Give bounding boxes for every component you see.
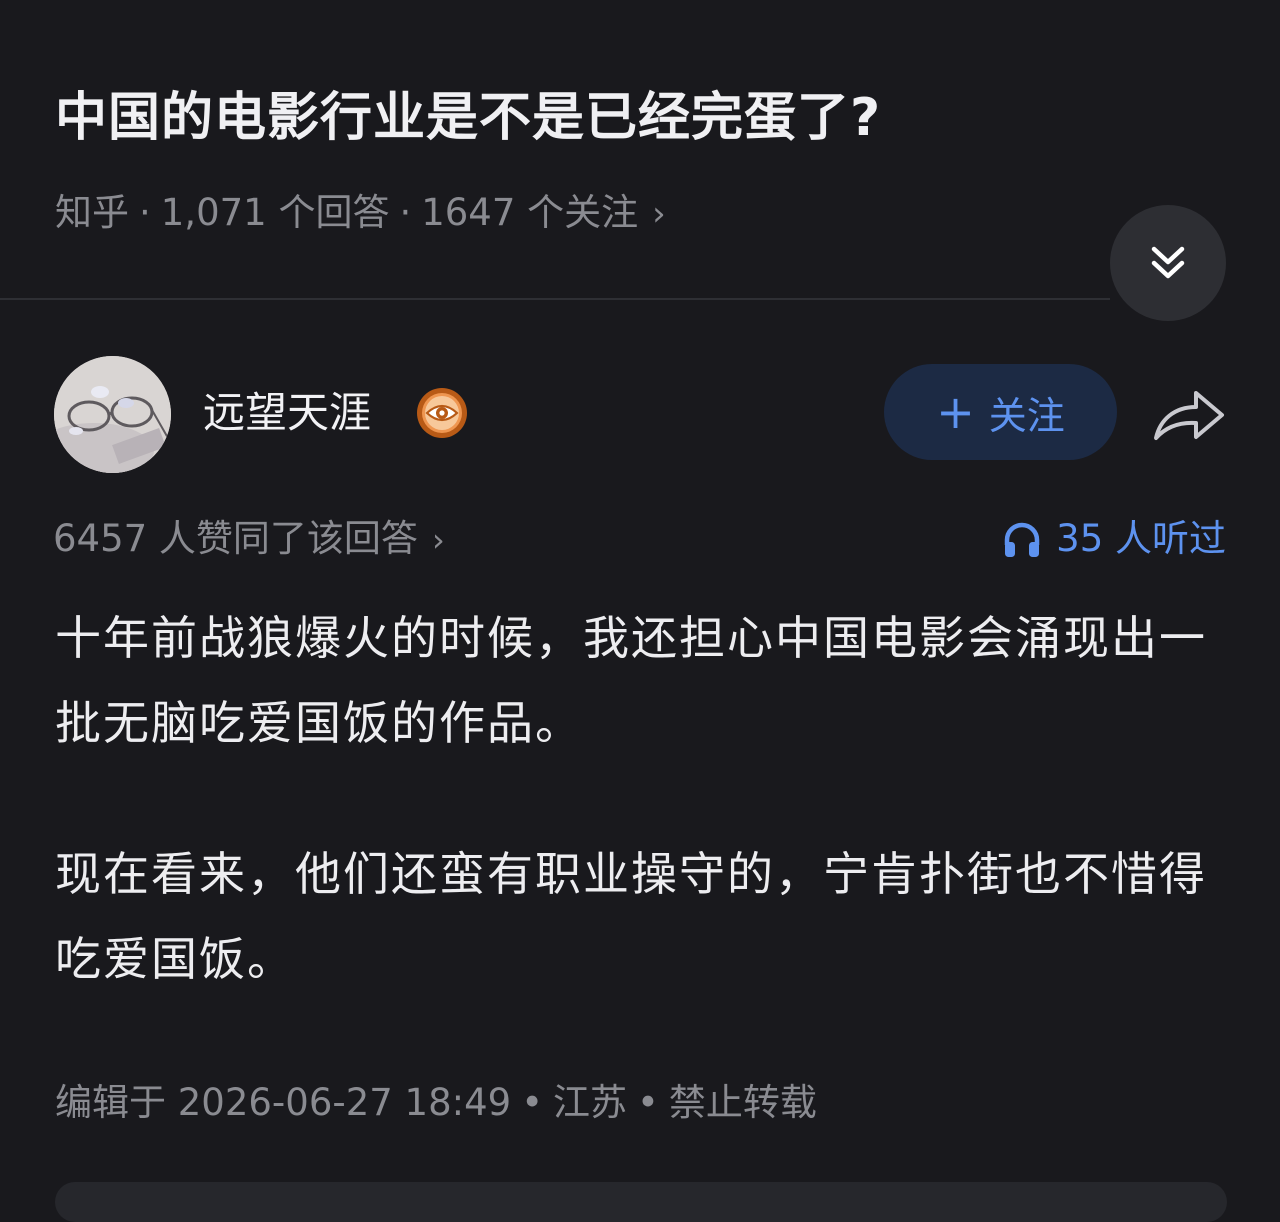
follow-label: 关注 [988, 393, 1065, 438]
chevron-right-icon: › [431, 521, 445, 559]
eye-badge-icon [417, 388, 467, 438]
answer-paragraph: 现在看来，他们还蛮有职业操守的，宁肯扑街也不惜得吃爱国饭。 [55, 847, 1207, 986]
question-title[interactable]: 中国的电影行业是不是已经完蛋了? [55, 82, 1095, 154]
chevron-right-icon: › [652, 194, 666, 234]
plus-icon: + [936, 385, 975, 439]
avatar[interactable] [54, 356, 171, 473]
meta-separator: · [399, 191, 412, 234]
footer-separator: • [521, 1081, 544, 1124]
divider [0, 298, 1110, 300]
listen-count[interactable]: 35 人听过 [1002, 512, 1226, 566]
avatar-image [54, 356, 171, 473]
copyright-label: 禁止转载 [668, 1081, 817, 1124]
edit-timestamp: 编辑于 2026-06-27 18:49 [55, 1081, 512, 1124]
vote-count: 6457 人赞同了该回答 [53, 517, 418, 560]
source-label: 知乎 [55, 191, 129, 234]
bottom-card [55, 1182, 1227, 1222]
share-arrow-icon[interactable] [1150, 380, 1228, 446]
question-meta[interactable]: 知乎 · 1,071 个回答 · 1647 个关注 › [55, 186, 666, 241]
location-label: 江苏 [553, 1081, 628, 1124]
meta-separator: · [139, 191, 151, 234]
answer-count: 1,071 个回答 [160, 191, 390, 234]
follower-count: 1647 个关注 [421, 191, 639, 234]
edit-info: 编辑于 2026-06-27 18:49 • 江苏 • 禁止转载 [55, 1076, 817, 1130]
answer-paragraph: 十年前战狼爆火的时候，我还担心中国电影会涌现出一批无脑吃爱国饭的作品。 [55, 611, 1207, 750]
expand-button[interactable] [1110, 205, 1226, 321]
author-name[interactable]: 远望天涯 [203, 383, 371, 443]
vote-summary[interactable]: 6457 人赞同了该回答 › [53, 512, 445, 567]
listen-label: 35 人听过 [1056, 517, 1226, 560]
headphones-icon [1004, 522, 1040, 557]
follow-button[interactable]: + 关注 [884, 364, 1117, 460]
double-chevron-down-icon [1151, 246, 1185, 279]
footer-separator: • [637, 1081, 659, 1124]
